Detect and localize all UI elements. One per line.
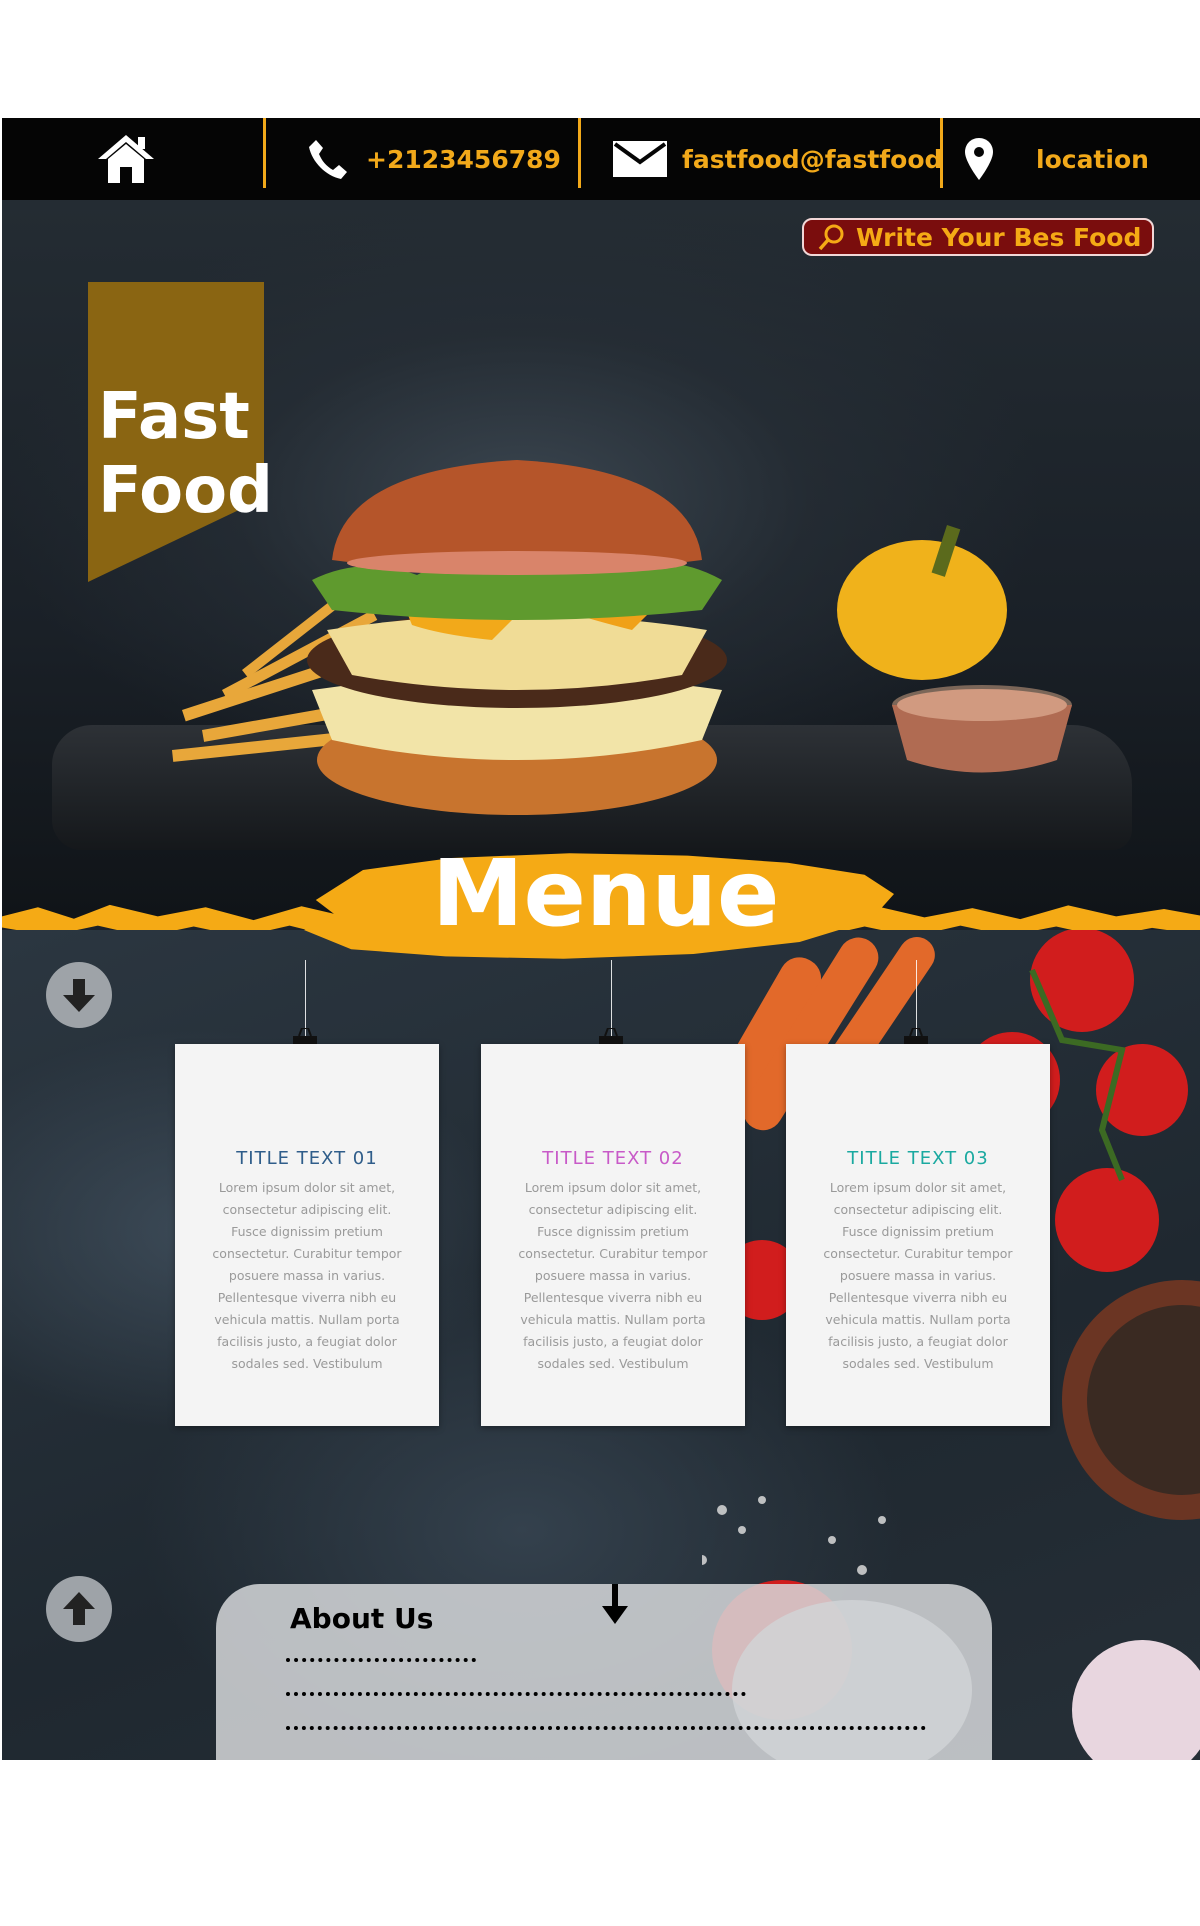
burger-image — [172, 460, 1072, 815]
brand-line-2: Food — [98, 454, 273, 528]
hero-section — [2, 200, 1200, 920]
location-label: location — [1036, 144, 1149, 174]
search-icon — [818, 224, 844, 251]
placeholder-line — [286, 1692, 746, 1700]
card-body: Lorem ipsum dolor sit amet, consectetur … — [518, 1180, 708, 1371]
card-title: TITLE TEXT 02 — [542, 1148, 684, 1169]
search-placeholder: Write Your Bes Food — [856, 222, 1142, 252]
separator — [263, 118, 266, 188]
brand-line-1: Fast — [98, 380, 250, 454]
email-address: fastfood@fastfood — [682, 144, 943, 174]
top-bar: +2123456789 fastfood@fastfood location — [2, 118, 1200, 200]
arrow-up-icon — [63, 1592, 95, 1625]
about-us-panel: About Us — [216, 1584, 992, 1760]
scroll-down-button[interactable] — [46, 962, 112, 1028]
card-body: Lorem ipsum dolor sit amet, consectetur … — [212, 1180, 402, 1371]
arrow-down-icon — [602, 1584, 628, 1624]
home-button[interactable] — [96, 118, 156, 200]
placeholder-line — [286, 1726, 926, 1734]
phone-link[interactable]: +2123456789 — [308, 118, 561, 200]
separator — [940, 118, 943, 188]
card-title: TITLE TEXT 01 — [236, 1148, 378, 1169]
brand-title: Fast Food — [98, 380, 273, 528]
card-title: TITLE TEXT 03 — [847, 1148, 989, 1169]
phone-number: +2123456789 — [366, 144, 561, 174]
home-icon — [98, 135, 154, 183]
menu-card-1[interactable]: TITLE TEXT 01 Lorem ipsum dolor sit amet… — [175, 1044, 439, 1426]
page-frame: +2123456789 fastfood@fastfood location F… — [2, 118, 1200, 1760]
email-link[interactable]: fastfood@fastfood — [612, 118, 942, 200]
mail-icon — [613, 141, 667, 177]
card-body: Lorem ipsum dolor sit amet, consectetur … — [823, 1180, 1013, 1371]
menu-title: Menue — [432, 840, 780, 947]
scroll-up-button[interactable] — [46, 1576, 112, 1642]
placeholder-line — [286, 1658, 476, 1666]
menu-card-3[interactable]: TITLE TEXT 03 Lorem ipsum dolor sit amet… — [786, 1044, 1050, 1426]
about-us-title: About Us — [290, 1602, 434, 1635]
search-input[interactable]: Write Your Bes Food — [802, 218, 1154, 256]
separator — [578, 118, 581, 188]
menu-card-2[interactable]: TITLE TEXT 02 Lorem ipsum dolor sit amet… — [481, 1044, 745, 1426]
phone-icon — [309, 140, 347, 179]
location-link[interactable]: location — [964, 118, 1149, 200]
location-pin-icon — [965, 138, 993, 180]
arrow-down-icon — [63, 979, 95, 1012]
